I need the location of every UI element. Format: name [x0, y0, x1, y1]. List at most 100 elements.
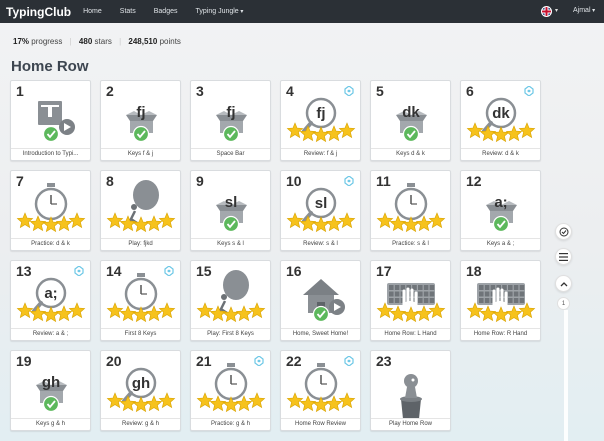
lesson-card[interactable]: 8 Play: fjkd — [100, 170, 181, 251]
brand-logo[interactable]: TypingClub — [6, 5, 71, 19]
star-icon — [196, 302, 214, 319]
star-icon — [158, 392, 176, 409]
top-navbar: TypingClub Home Stats Badges Typing Jung… — [0, 0, 604, 23]
star-icon — [286, 122, 304, 139]
lesson-illustration: fj — [126, 104, 157, 143]
lesson-card[interactable]: 17 Home Row: L Hand — [370, 260, 451, 341]
lesson-card[interactable]: 20 gh Review: g & h — [100, 350, 181, 431]
stopwatch-icon — [394, 183, 428, 221]
lesson-caption: Home Row: R Hand — [461, 328, 540, 340]
lesson-card[interactable]: 19 gh Keys g & h — [10, 350, 91, 431]
lesson-caption: Play Home Row — [371, 418, 450, 430]
star-icon — [492, 126, 510, 143]
star-icon — [106, 302, 124, 319]
lesson-caption: Play: fjkd — [101, 238, 180, 250]
lesson-illustration: a; — [486, 194, 517, 233]
lesson-illustration: fj — [216, 104, 247, 143]
star-icon — [158, 302, 176, 319]
star-icon — [132, 396, 150, 413]
scroll-up-button[interactable] — [555, 275, 572, 292]
lesson-card[interactable]: 5 dk Keys d & k — [370, 80, 451, 161]
star-icon — [428, 302, 446, 319]
key-label: fj — [136, 104, 145, 121]
star-icon — [376, 302, 394, 319]
lesson-card[interactable]: 18 Home Row: R Hand — [460, 260, 541, 341]
nav-badges[interactable]: Badges — [154, 8, 178, 15]
lesson-card[interactable]: 13 a; Review: a & ; — [10, 260, 91, 341]
star-icon — [415, 305, 433, 322]
menu-button[interactable] — [555, 248, 572, 265]
lesson-card[interactable]: 16 Home, Sweet Home! — [280, 260, 361, 341]
lesson-card[interactable]: 11 Practice: s & l — [370, 170, 451, 251]
lesson-caption: Practice: s & l — [371, 238, 450, 250]
star-icon — [312, 126, 330, 143]
lesson-illustration: gh — [106, 367, 176, 413]
lesson-card[interactable]: 23 Play Home Row — [370, 350, 451, 431]
lesson-caption: Keys g & h — [11, 418, 90, 430]
check-icon — [222, 215, 240, 233]
lesson-caption: Review: g & h — [101, 418, 180, 430]
star-icon — [466, 122, 484, 139]
star-icon — [145, 215, 163, 232]
lesson-caption: Home, Sweet Home! — [281, 328, 360, 340]
lesson-card[interactable]: 6 dk Review: d & k — [460, 80, 541, 161]
lesson-caption: First 8 Keys — [101, 328, 180, 340]
check-icon — [222, 125, 240, 143]
lesson-caption: Introduction to Typi... — [11, 148, 90, 160]
check-icon — [402, 125, 420, 143]
lesson-illustration: sl — [216, 194, 247, 233]
lesson-card[interactable]: 14 First 8 Keys — [100, 260, 181, 341]
lesson-card[interactable]: 12 a; Keys a & ; — [460, 170, 541, 251]
nav-home[interactable]: Home — [83, 8, 102, 15]
lesson-card[interactable]: 1 Introduction to Typi... — [10, 80, 91, 161]
star-icon — [299, 215, 317, 232]
star-icon — [286, 212, 304, 229]
check-icon — [132, 125, 150, 143]
star-icon — [106, 212, 124, 229]
lesson-caption: Keys s & l — [191, 238, 270, 250]
lesson-illustration — [400, 374, 422, 419]
check-circle-button[interactable] — [555, 223, 572, 240]
star-icon — [222, 306, 240, 323]
lesson-card[interactable]: 4 fj Review: f & j — [280, 80, 361, 161]
star-icon — [196, 392, 214, 409]
lesson-caption: Space Bar — [191, 148, 270, 160]
star-icon — [235, 305, 253, 322]
check-icon — [42, 125, 60, 143]
page-scroll-track[interactable] — [564, 310, 568, 441]
star-icon — [376, 212, 394, 229]
lesson-card[interactable]: 10 sl Review: s & l — [280, 170, 361, 251]
lesson-illustration: gh — [36, 374, 67, 413]
lesson-card[interactable]: 9 sl Keys s & l — [190, 170, 271, 251]
star-icon — [505, 125, 523, 142]
lesson-caption: Review: s & l — [281, 238, 360, 250]
lesson-caption: Keys f & j — [101, 148, 180, 160]
lesson-illustration — [376, 183, 446, 233]
language-caret-icon[interactable]: ▾ — [555, 7, 558, 14]
lesson-illustration — [376, 283, 446, 323]
star-icon — [68, 302, 86, 319]
lesson-caption: Home Row Review — [281, 418, 360, 430]
page-indicator[interactable]: 1 — [557, 297, 570, 310]
lesson-illustration — [106, 180, 176, 233]
lesson-card[interactable]: 22 Home Row Review — [280, 350, 361, 431]
star-icon — [312, 216, 330, 233]
section-title: Home Row — [11, 58, 89, 75]
lesson-card[interactable]: 2 fj Keys f & j — [100, 80, 181, 161]
nav-stats[interactable]: Stats — [120, 8, 136, 15]
star-icon — [119, 215, 137, 232]
nav-typing-jungle[interactable]: Typing Jungle — [196, 8, 244, 15]
stopwatch-icon — [214, 363, 248, 401]
lesson-caption: Keys a & ; — [461, 238, 540, 250]
lesson-caption: Play: First 8 Keys — [191, 328, 270, 340]
star-icon — [55, 305, 73, 322]
lesson-card[interactable]: 21 Practice: g & h — [190, 350, 271, 431]
badge-icon — [164, 266, 174, 276]
key-label: fj — [226, 104, 235, 121]
lesson-card[interactable]: 7 Practice: d & k — [10, 170, 91, 251]
lesson-card[interactable]: 3 fj Space Bar — [190, 80, 271, 161]
language-flag-icon[interactable] — [541, 6, 552, 17]
lesson-caption: Review: a & ; — [11, 328, 90, 340]
lesson-card[interactable]: 15 Play: First 8 Keys — [190, 260, 271, 341]
user-menu[interactable]: Ajmal — [573, 7, 595, 14]
